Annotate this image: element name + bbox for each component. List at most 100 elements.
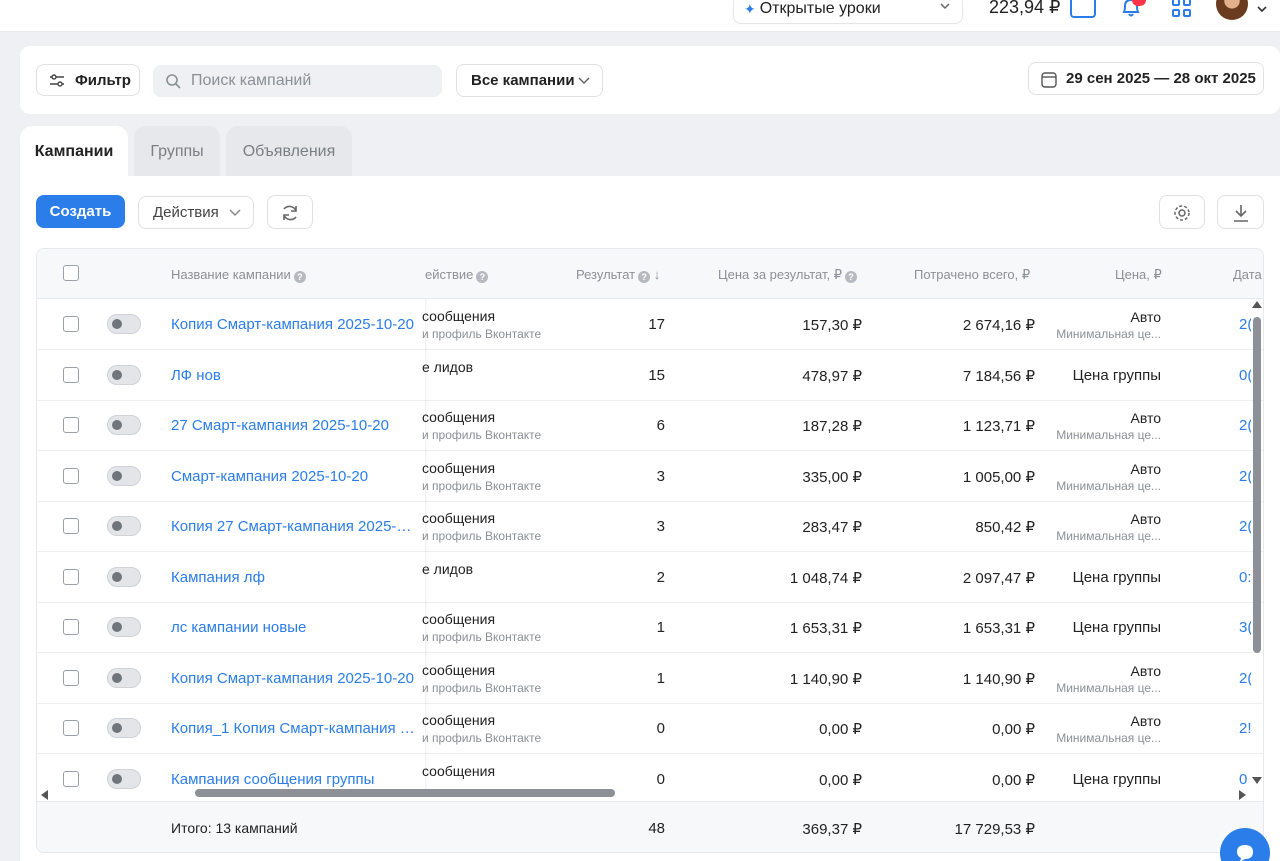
objective-sub: и профиль Вконтакте	[422, 731, 542, 745]
table-row[interactable]: Смарт-кампания 2025-10-20 сообщения и проф…	[37, 451, 1263, 502]
row-checkbox[interactable]	[63, 316, 79, 332]
help-icon[interactable]: ?	[476, 271, 489, 283]
spent-cell: 1 653,31 ₽	[962, 620, 1035, 637]
campaign-toggle[interactable]	[107, 314, 141, 334]
campaigns-table: Название кампании? ействие? Результат? ↓…	[36, 248, 1264, 853]
select-all-checkbox[interactable]	[63, 265, 79, 281]
date-link[interactable]: 2!	[1239, 720, 1251, 737]
filter-button[interactable]: Фильтр	[36, 64, 140, 96]
open-lessons-dropdown[interactable]: ✦ Открытые уроки	[733, 0, 963, 24]
refresh-button[interactable]	[267, 195, 313, 229]
table-row[interactable]: Кампания лф е лидов 2 1 048,74 ₽ 2 097,47 ₽ Ц…	[37, 552, 1263, 603]
header-objective[interactable]: ействие?	[425, 267, 489, 283]
row-checkbox[interactable]	[63, 417, 79, 433]
campaign-name-link[interactable]: лс кампании новые	[171, 619, 415, 636]
date-link[interactable]: 0	[1239, 771, 1251, 788]
campaign-name-link[interactable]: Кампания лф	[171, 569, 415, 586]
campaign-name-link[interactable]: Копия Смарт-кампания 2025-10-20	[171, 316, 415, 333]
balance: 223,94 ₽	[989, 0, 1061, 17]
chevron-down-icon[interactable]	[1256, 4, 1268, 14]
campaign-name-link[interactable]: Кампания сообщения группы	[171, 771, 415, 788]
campaign-toggle[interactable]	[107, 768, 141, 789]
row-checkbox[interactable]	[63, 467, 79, 484]
table-row[interactable]: Копия Смарт-кампания 2025-10-20 сообщения…	[37, 653, 1263, 704]
date-range-button[interactable]: 29 сен 2025 — 28 окт 2025	[1028, 62, 1264, 95]
result-cell: 2	[656, 568, 665, 586]
row-checkbox[interactable]	[63, 568, 79, 585]
row-checkbox[interactable]	[63, 619, 79, 635]
objective-cell: сообщения и профиль Вконтакте	[422, 510, 542, 543]
search-input[interactable]: Поиск кампаний	[153, 65, 442, 97]
all-campaigns-dropdown[interactable]: Все кампании	[456, 64, 603, 97]
date-link[interactable]: 2(	[1239, 518, 1251, 535]
bid-cell: Авто Минимальная це...	[1056, 662, 1161, 695]
tab-groups[interactable]: Группы	[134, 126, 220, 178]
objective-cell: сообщения и профиль Вконтакте	[422, 661, 542, 695]
date-link[interactable]: 0:	[1239, 569, 1251, 586]
date-link[interactable]: 2(	[1239, 468, 1251, 485]
table-row[interactable]: 27 Смарт-кампания 2025-10-20 сообщения и п…	[37, 400, 1263, 451]
scroll-left-arrow[interactable]	[41, 790, 48, 800]
date-link[interactable]: 2(	[1239, 316, 1251, 333]
table-row[interactable]: ЛФ нов е лидов 15 478,97 ₽ 7 184,56 ₽ Цена гр…	[37, 350, 1263, 401]
table-row[interactable]: Копия_1 Копия Смарт-кампания 2... сообщен…	[37, 703, 1263, 754]
help-icon[interactable]: ?	[844, 271, 857, 283]
help-icon[interactable]: ?	[293, 271, 306, 283]
header-result[interactable]: Результат? ↓	[576, 267, 660, 283]
price-cell: 1 140,90 ₽	[789, 670, 862, 688]
help-icon[interactable]: ?	[638, 271, 651, 283]
campaign-toggle[interactable]	[107, 465, 141, 486]
date-link[interactable]: 2(	[1239, 670, 1251, 687]
header-spent[interactable]: Потрачено всего, ₽	[914, 267, 1030, 283]
table-row[interactable]: Копия 27 Смарт-кампания 2025-1... сообщен…	[37, 501, 1263, 552]
campaign-name-link[interactable]: Копия_1 Копия Смарт-кампания 2...	[171, 720, 415, 737]
total-spent: 17 729,53 ₽	[954, 821, 1035, 838]
horizontal-scrollbar[interactable]	[195, 789, 615, 797]
avatar[interactable]	[1216, 0, 1248, 20]
table-row[interactable]: Копия Смарт-кампания 2025-10-20 сообщения…	[37, 299, 1263, 350]
campaign-toggle[interactable]	[107, 617, 141, 637]
campaign-toggle[interactable]	[107, 667, 141, 688]
header-campaign-name[interactable]: Название кампании?	[171, 267, 306, 283]
actions-dropdown[interactable]: Действия	[138, 196, 254, 229]
scroll-right-arrow[interactable]	[1239, 790, 1246, 800]
header-bid[interactable]: Цена, ₽	[1115, 267, 1162, 283]
settings-button[interactable]	[1159, 195, 1205, 229]
wallet-icon[interactable]	[1070, 0, 1096, 18]
download-button[interactable]	[1217, 195, 1264, 229]
vertical-scrollbar[interactable]	[1253, 317, 1261, 653]
row-checkbox[interactable]	[63, 518, 79, 534]
campaign-name-link[interactable]: Смарт-кампания 2025-10-20	[171, 468, 415, 485]
row-checkbox[interactable]	[63, 720, 79, 736]
scroll-down-arrow[interactable]	[1252, 777, 1262, 784]
tab-ads[interactable]: Объявления	[226, 126, 352, 178]
row-checkbox[interactable]	[63, 770, 79, 787]
header-price-per-result[interactable]: Цена за результат, ₽?	[718, 267, 857, 283]
bid-sub: Минимальная це...	[1056, 731, 1161, 745]
objective-cell: е лидов	[422, 358, 474, 375]
campaign-toggle[interactable]	[107, 566, 141, 587]
campaign-name-link[interactable]: Копия Смарт-кампания 2025-10-20	[171, 670, 415, 687]
apps-grid-icon[interactable]	[1172, 0, 1192, 17]
spent-cell: 850,42 ₽	[975, 519, 1035, 536]
campaign-name-link[interactable]: Копия 27 Смарт-кампания 2025-1...	[171, 518, 415, 535]
campaign-name-link[interactable]: 27 Смарт-кампания 2025-10-20	[171, 417, 415, 434]
row-checkbox[interactable]	[63, 669, 79, 686]
date-link[interactable]: 2(	[1239, 417, 1251, 434]
row-checkbox[interactable]	[63, 366, 79, 383]
spent-cell: 7 184,56 ₽	[962, 367, 1035, 385]
campaign-toggle[interactable]	[107, 516, 141, 536]
result-cell: 0	[656, 720, 665, 737]
create-button[interactable]: Создать	[36, 195, 125, 228]
tab-campaigns[interactable]: Кампании	[20, 126, 128, 178]
campaign-name-link[interactable]: ЛФ нов	[171, 367, 415, 384]
campaign-toggle[interactable]	[107, 718, 141, 738]
table-row[interactable]: лс кампании новые сообщения и профиль Вкон…	[37, 602, 1263, 653]
campaign-toggle[interactable]	[107, 415, 141, 435]
campaign-toggle[interactable]	[107, 364, 141, 385]
bid-cell: Авто Минимальная це...	[1056, 460, 1161, 493]
date-link[interactable]: 0(	[1239, 367, 1251, 384]
date-link[interactable]: 3(	[1239, 619, 1251, 636]
header-date[interactable]: Дата	[1233, 267, 1262, 282]
scroll-up-arrow[interactable]	[1252, 301, 1262, 308]
